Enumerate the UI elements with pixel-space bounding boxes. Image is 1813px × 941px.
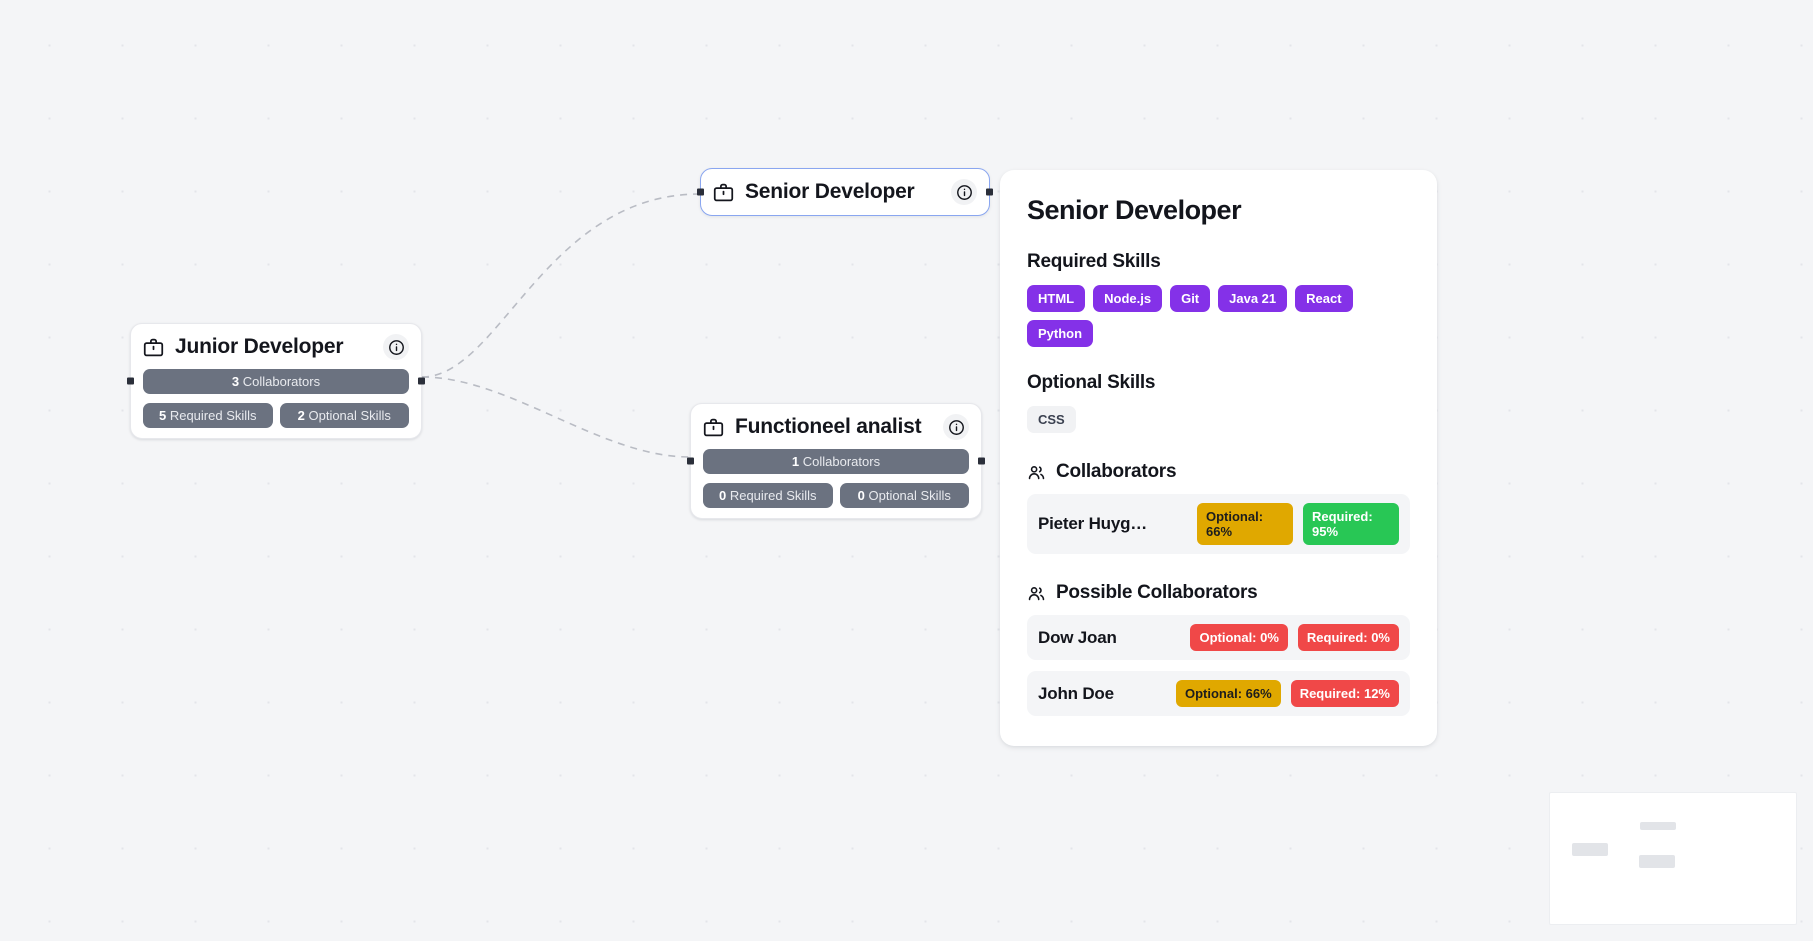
required-skills-list: HTML Node.js Git Java 21 React Python: [1027, 285, 1410, 347]
users-icon: [1027, 463, 1046, 482]
node-title: Functioneel analist: [735, 415, 932, 439]
node-senior-developer[interactable]: Senior Developer: [700, 168, 990, 216]
skill-chip[interactable]: HTML: [1027, 285, 1085, 312]
users-icon: [1027, 584, 1046, 603]
minimap-node: [1572, 843, 1608, 856]
node-title: Junior Developer: [175, 335, 372, 359]
node-functioneel-analist[interactable]: Functioneel analist 1 Collaborators 0 Re…: [690, 403, 982, 519]
node-handle-left[interactable]: [697, 189, 704, 196]
info-icon[interactable]: [943, 414, 969, 440]
required-match-badge[interactable]: Required: 0%: [1298, 624, 1399, 651]
badge-collaborators[interactable]: 1 Collaborators: [703, 449, 969, 474]
page-title: Senior Developer: [1027, 195, 1410, 226]
node-handle-right[interactable]: [418, 378, 425, 385]
possible-collaborator-row[interactable]: John Doe Optional: 66% Required: 12%: [1027, 671, 1410, 716]
badge-required-skills[interactable]: 5 Required Skills: [143, 403, 273, 428]
info-icon[interactable]: [951, 179, 977, 205]
badge-optional-skills[interactable]: 2 Optional Skills: [280, 403, 410, 428]
skill-chip[interactable]: CSS: [1027, 406, 1076, 433]
briefcase-icon: [703, 417, 724, 438]
collaborators-heading-label: Collaborators: [1056, 461, 1176, 483]
briefcase-icon: [143, 337, 164, 358]
possible-collaborators-heading: Possible Collaborators: [1027, 582, 1410, 604]
edge-junior-to-functioneel: [422, 377, 690, 457]
minimap-node: [1640, 822, 1676, 830]
edge-junior-to-senior: [422, 194, 700, 377]
badge-collaborators[interactable]: 3 Collaborators: [143, 369, 409, 394]
optional-skills-list: CSS: [1027, 406, 1410, 433]
node-handle-left[interactable]: [127, 378, 134, 385]
optional-match-badge[interactable]: Optional: 0%: [1190, 624, 1287, 651]
optional-match-badge[interactable]: Optional: 66%: [1197, 503, 1293, 545]
node-handle-right[interactable]: [978, 458, 985, 465]
possible-collaborators-heading-label: Possible Collaborators: [1056, 582, 1257, 604]
skill-chip[interactable]: Python: [1027, 320, 1093, 347]
briefcase-icon: [713, 182, 734, 203]
required-match-badge[interactable]: Required: 12%: [1291, 680, 1399, 707]
skills-badge-row: 5 Required Skills 2 Optional Skills: [143, 403, 409, 428]
collaborators-badge-row: 1 Collaborators: [703, 449, 969, 474]
skill-chip[interactable]: React: [1295, 285, 1352, 312]
skill-chip[interactable]: Git: [1170, 285, 1210, 312]
required-skills-heading: Required Skills: [1027, 251, 1410, 273]
optional-skills-heading: Optional Skills: [1027, 372, 1410, 394]
badge-optional-skills[interactable]: 0 Optional Skills: [840, 483, 970, 508]
node-title: Senior Developer: [745, 180, 940, 204]
node-handle-right[interactable]: [986, 189, 993, 196]
collaborator-name: Dow Joan: [1038, 628, 1180, 648]
skills-badge-row: 0 Required Skills 0 Optional Skills: [703, 483, 969, 508]
minimap-node: [1639, 855, 1675, 868]
collaborators-badge-row: 3 Collaborators: [143, 369, 409, 394]
collaborator-name: Pieter Huyg…: [1038, 514, 1187, 534]
possible-collaborator-row[interactable]: Dow Joan Optional: 0% Required: 0%: [1027, 615, 1410, 660]
collaborators-heading: Collaborators: [1027, 461, 1410, 483]
node-header: Functioneel analist: [703, 414, 969, 440]
badge-required-skills[interactable]: 0 Required Skills: [703, 483, 833, 508]
node-handle-left[interactable]: [687, 458, 694, 465]
minimap[interactable]: [1549, 792, 1797, 925]
node-header: Junior Developer: [143, 334, 409, 360]
collaborator-name: John Doe: [1038, 684, 1166, 704]
collaborator-row[interactable]: Pieter Huyg… Optional: 66% Required: 95%: [1027, 494, 1410, 554]
node-junior-developer[interactable]: Junior Developer 3 Collaborators 5 Requi…: [130, 323, 422, 439]
skill-chip[interactable]: Java 21: [1218, 285, 1287, 312]
skill-chip[interactable]: Node.js: [1093, 285, 1162, 312]
info-icon[interactable]: [383, 334, 409, 360]
required-match-badge[interactable]: Required: 95%: [1303, 503, 1399, 545]
flow-canvas[interactable]: Junior Developer 3 Collaborators 5 Requi…: [0, 0, 1813, 941]
node-header: Senior Developer: [713, 179, 977, 205]
optional-match-badge[interactable]: Optional: 66%: [1176, 680, 1281, 707]
detail-panel: Senior Developer Required Skills HTML No…: [1000, 170, 1437, 746]
